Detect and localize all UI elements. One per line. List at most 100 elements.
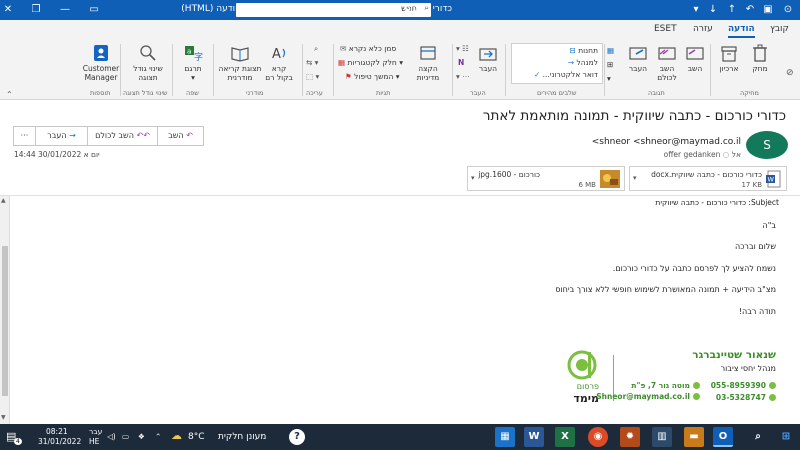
tab-eset[interactable]: ESET — [654, 24, 677, 34]
forward-action-button[interactable]: → העבר — [36, 127, 88, 145]
signature-email[interactable]: Shneor@maymad.co.il — [596, 392, 700, 401]
close-window-icon[interactable]: ✕ — [0, 0, 16, 20]
signature-name: שנאור שטיינברגר — [692, 349, 776, 361]
reply-all-action-button[interactable]: ↶↶ השב לכולם — [88, 127, 158, 145]
ribbon-options-icon[interactable]: ▭ — [86, 0, 102, 20]
quick-step-item[interactable]: למנהל → — [568, 58, 598, 67]
reply-actions-bar: ··· → העבר ↶↶ השב לכולם ↶ השב — [13, 126, 204, 146]
start-icon[interactable]: ⊞ — [776, 427, 796, 447]
dropbox-icon[interactable]: ❖ — [138, 432, 145, 441]
vertical-scrollbar[interactable]: ▲ ▼ — [0, 196, 10, 424]
customer-manager-button[interactable]: Customer Manager — [82, 44, 120, 82]
reply-action-button[interactable]: ↶ השב — [158, 127, 203, 145]
restore-window-icon[interactable]: ❐ — [28, 0, 44, 20]
archive-icon — [721, 46, 737, 62]
ribbon-separator — [710, 44, 711, 96]
reply-button[interactable]: השב — [682, 44, 708, 73]
related-icon[interactable]: ▾ ⇆ — [306, 58, 318, 67]
meeting-reply-icon[interactable]: ▦ — [607, 46, 614, 55]
attachment-jpg[interactable]: כורכום - 1600.jpg 6 MB ▾ — [467, 166, 625, 191]
word-file-icon: W — [766, 170, 781, 188]
signature-phone-1: 055-8959390 — [711, 381, 776, 390]
ribbon: ⊘ מחק ארכיון מחיקה השב השב לכולם העבר ▦ … — [0, 40, 800, 100]
follow-up-button[interactable]: ▾ המשך טיפול ⚑ — [345, 72, 400, 81]
forward-button[interactable]: העבר — [624, 44, 652, 73]
avatar: S — [746, 131, 788, 159]
taskbar-app-icon[interactable]: ▦ — [495, 427, 515, 447]
tab-message[interactable]: הודעה — [728, 24, 755, 38]
volume-icon[interactable]: ◁) — [107, 432, 116, 441]
quick-step-item[interactable]: תחנות ⊟ — [570, 46, 599, 55]
quick-steps-gallery[interactable]: תחנות ⊟ למנהל → דואר אלקטרוני... ✓ — [511, 43, 603, 84]
attachment-menu-icon[interactable]: ▾ — [633, 174, 637, 182]
actions-icon[interactable]: ⋯ ▾ — [456, 72, 470, 81]
outlook-window: { "window": { "title": "כדורי כורכום - כ… — [0, 0, 800, 450]
excel-icon[interactable]: X — [555, 427, 575, 447]
chrome-icon[interactable]: ◉ — [588, 427, 608, 447]
weather-icon: ☁ — [171, 429, 182, 442]
translate-dropdown-icon: ▾ — [191, 73, 195, 82]
ribbon-tabs: קובץ הודעה עזרה ESET — [0, 20, 800, 40]
categorize-button[interactable]: ▾ חלק לקטגוריות ▦ — [338, 58, 403, 67]
read-aloud-button[interactable]: A קרא בקול רם — [264, 44, 294, 82]
translate-button[interactable]: a字 תרגם ▾ — [180, 44, 206, 82]
word-icon[interactable]: W — [524, 427, 544, 447]
find-icon[interactable]: ⌕ — [314, 44, 318, 54]
minimize-window-icon[interactable]: — — [57, 0, 73, 20]
svg-text:A: A — [272, 47, 281, 62]
trash-small-icon[interactable]: ⊘ — [786, 68, 794, 78]
ribbon-separator — [333, 44, 334, 96]
policy-icon — [420, 46, 436, 60]
ribbon-separator — [120, 44, 121, 96]
select-icon[interactable]: ▾ ⬚ — [306, 72, 319, 81]
subject-line: Subject: כדורי כורכום - כתבה שיווקית — [655, 198, 779, 207]
zoom-button[interactable]: שינוי גודל תצוגה — [126, 44, 170, 82]
more-respond-icon[interactable]: ▾ — [607, 74, 611, 83]
attachment-menu-icon[interactable]: ▾ — [471, 174, 475, 182]
more-actions-button[interactable]: ··· — [14, 127, 36, 145]
group-label-tags: תגיות — [376, 89, 391, 97]
scroll-thumb[interactable] — [2, 246, 8, 396]
onenote-icon[interactable]: N — [458, 58, 464, 67]
scroll-down-icon[interactable]: ▼ — [1, 414, 6, 421]
tray-expand-icon[interactable]: ⌃ — [155, 432, 161, 441]
read-aloud-icon: A — [272, 47, 286, 62]
undo-icon[interactable]: ↶ — [742, 0, 758, 20]
app-icon[interactable]: ▥ — [652, 427, 672, 447]
archive-button[interactable]: ארכיון — [714, 44, 744, 73]
app-icon[interactable]: ✹ — [620, 427, 640, 447]
rules-icon[interactable]: ☷ ▾ — [456, 44, 469, 53]
network-icon[interactable]: ▭ — [122, 432, 129, 441]
sender[interactable]: shneor <shneor@maymad.co.il> — [592, 137, 741, 147]
attachment-docx[interactable]: W כדורי כורכום - כתבה שיווקית.docx 17 KB… — [629, 166, 787, 191]
search-taskbar-icon[interactable]: ⌕ — [748, 427, 768, 447]
quick-step-item[interactable]: דואר אלקטרוני... ✓ — [534, 70, 598, 79]
customer-manager-icon — [94, 45, 108, 61]
group-label-editing: עריכה — [306, 89, 323, 97]
body-line: תודה רבה! — [738, 307, 776, 316]
forward-icon — [629, 47, 647, 60]
save-icon[interactable]: ▣ — [760, 0, 776, 20]
group-label-respond: תגובה — [648, 89, 665, 97]
quick-access-more-icon[interactable]: ▾ — [688, 0, 704, 20]
reply-all-button[interactable]: השב לכולם — [652, 44, 682, 82]
scroll-up-icon[interactable]: ▲ — [1, 197, 6, 204]
help-icon[interactable]: ? — [289, 429, 305, 445]
svg-text:W: W — [768, 176, 775, 184]
im-reply-icon[interactable]: ⊞ — [607, 60, 613, 69]
collapse-ribbon-icon[interactable]: ⌃ — [6, 90, 13, 99]
immersive-reader-button[interactable]: תצוגת קריאה מודרנית — [218, 44, 262, 82]
assign-policy-button[interactable]: הקצה מדיניות — [410, 44, 446, 82]
file-explorer-icon[interactable]: ▬ — [684, 427, 704, 447]
tab-file[interactable]: קובץ — [770, 24, 789, 34]
delete-button[interactable]: מחק — [748, 44, 772, 73]
mark-unread-button[interactable]: סמן כלא נקרא ✉ — [340, 44, 396, 53]
next-item-icon[interactable]: ↓ — [705, 0, 721, 20]
outlook-taskbar-icon[interactable]: O — [713, 427, 733, 447]
group-label-quick-steps: שלבים מהירים — [537, 89, 577, 97]
signature-address: מוטה גור 7, פ"ת — [631, 381, 700, 390]
move-button[interactable]: העבר — [474, 44, 502, 73]
tab-help[interactable]: עזרה — [693, 24, 713, 34]
previous-item-icon[interactable]: ↑ — [724, 0, 740, 20]
presence-icon: ○ — [722, 150, 730, 159]
